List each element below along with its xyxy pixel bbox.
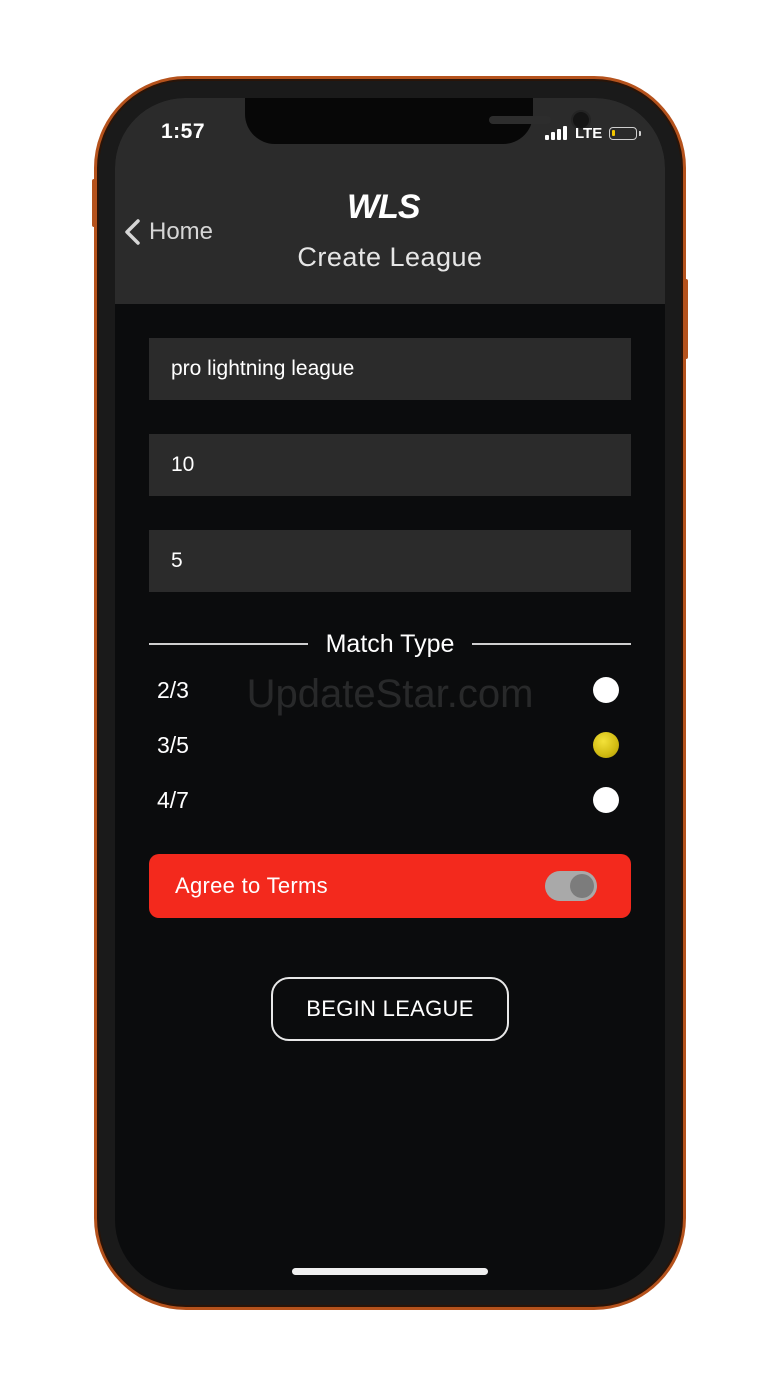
signal-icon: [545, 126, 569, 140]
network-label: LTE: [575, 124, 603, 142]
match-option-3-5[interactable]: 3/5: [157, 728, 619, 762]
divider-left: [149, 643, 308, 645]
stage: 1:57 LTE Home WLS Create League pro ligh…: [0, 0, 780, 1387]
status-time: 1:57: [161, 120, 206, 143]
toggle-knob: [570, 874, 594, 898]
number-input-one[interactable]: [149, 434, 631, 496]
app-logo: WLS: [347, 188, 421, 226]
home-indicator[interactable]: [292, 1268, 488, 1275]
match-option-label: 3/5: [157, 731, 189, 758]
match-option-4-7[interactable]: 4/7: [157, 783, 619, 817]
phone-side-button: [92, 179, 96, 227]
match-type-title: Match Type: [325, 629, 455, 658]
speaker-grille: [489, 116, 551, 124]
divider-right: [472, 643, 631, 645]
agree-terms-toggle[interactable]: [545, 871, 597, 901]
number-input-two[interactable]: [149, 530, 631, 592]
radio-button-selected[interactable]: [593, 732, 619, 758]
agree-terms-label: Agree to Terms: [175, 873, 328, 898]
phone-power-button: [684, 279, 688, 359]
battery-icon: [609, 126, 642, 140]
phone-screen: 1:57 LTE Home WLS Create League pro ligh…: [115, 98, 665, 1290]
agree-terms-row: Agree to Terms: [149, 854, 631, 918]
status-indicators: LTE: [545, 124, 642, 142]
match-option-label: 2/3: [157, 676, 189, 703]
radio-button[interactable]: [593, 787, 619, 813]
league-name-input[interactable]: [149, 338, 631, 400]
notch: [245, 98, 591, 144]
match-option-2-3[interactable]: 2/3: [157, 673, 619, 707]
page-title: Create League: [297, 242, 483, 272]
match-type-header: Match Type: [149, 626, 631, 662]
app-header: 1:57 LTE Home WLS Create League: [115, 98, 665, 304]
battery-level: [612, 129, 616, 136]
begin-league-button[interactable]: BEGIN LEAGUE: [271, 977, 509, 1041]
match-option-label: 4/7: [157, 786, 189, 813]
radio-button[interactable]: [593, 677, 619, 703]
